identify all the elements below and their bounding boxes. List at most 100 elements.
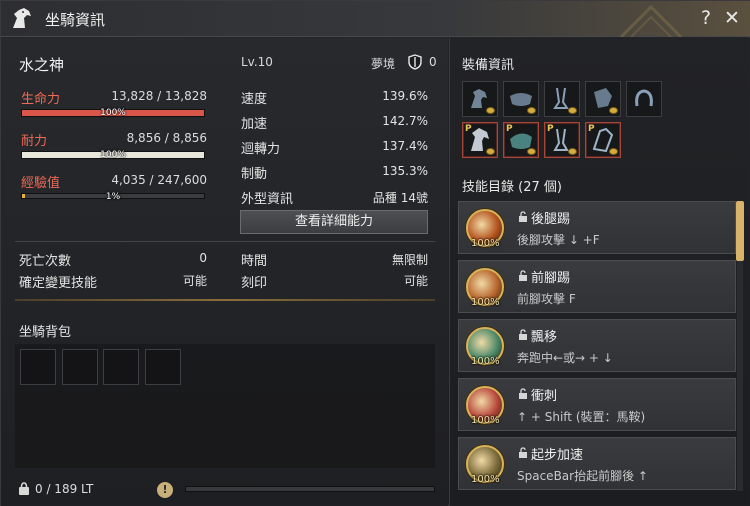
speed-value: 139.6% [382,89,428,103]
time-value: 無限制 [391,253,428,267]
skill-change-label: 確定變更技能 [19,276,98,291]
skill-command: 奔跑中←或→ + ↓ [517,351,613,365]
imprint-label: 刻印 [241,276,268,291]
skill-mastery: 100% [471,238,500,249]
premium-badge: P [588,124,595,134]
unlock-icon [519,270,527,281]
skill-mastery: 100% [471,356,500,367]
gold-divider [15,299,435,301]
skill-name: 飄移 [531,330,558,345]
hp-percent: 100% [100,108,126,118]
horseshoe-icon [635,89,653,107]
horse-head-icon [13,8,31,28]
unlock-icon [519,329,527,340]
bag-slot[interactable] [62,349,98,385]
horse-level: Lv.10 [241,55,273,69]
premium-badge: P [547,124,554,134]
skill-command: SpaceBar抬起前腳後 ↑ [517,469,648,483]
hp-label: 生命力 [21,92,61,107]
bag-slot[interactable] [103,349,139,385]
skill-item-front-kick[interactable]: 100% 前腳踢 前腳攻擊 F [458,260,736,313]
acceleration-label: 加速 [241,117,268,132]
saddle-icon[interactable] [503,81,539,117]
equipment-skills-panel: 裝備資訊 P P P P 技能目錄 (27 個) 100% 後腿踢 後腳攻擊 ↓… [449,38,750,506]
bag-slot[interactable] [145,349,181,385]
premium-badge: P [506,124,513,134]
shield-icon [408,54,422,70]
stamina-bar: 100% [21,150,205,160]
skill-name: 起步加速 [531,448,584,463]
death-count-value: 0 [199,251,207,265]
coin-icon [568,107,577,114]
horse-head-armor-icon[interactable] [462,81,498,117]
speed-label: 速度 [241,92,268,107]
exp-value: 4,035 / 247,600 [111,173,207,187]
horse-name: 水之神 [19,56,65,74]
stamina-percent: 100% [100,150,126,160]
skill-item-sprint[interactable]: 100% 衝刺 ↑ + Shift (裝置：馬鞍) [458,378,736,431]
skill-command: 前腳攻擊 F [517,292,576,306]
exp-label: 經驗值 [21,176,61,191]
divider [15,241,435,242]
bag-weight: 0 / 189 LT [35,482,94,496]
hp-value: 13,828 / 13,828 [111,89,207,103]
coin-icon [527,107,536,114]
skill-list-title: 技能目錄 (27 個) [462,180,562,195]
equipment-title: 裝備資訊 [462,58,515,73]
skill-name: 前腳踢 [531,271,571,286]
stamina-label: 耐力 [21,134,48,149]
skill-mastery: 100% [471,415,500,426]
skill-command: ↑ + Shift (裝置：馬鞍) [517,410,646,424]
coin-icon [527,148,536,155]
coin-icon [609,107,618,114]
title-decoration [619,4,683,37]
view-detail-ability-button[interactable]: 查看詳細能力 [240,210,428,234]
skill-scrollbar-thumb[interactable] [736,201,744,261]
hp-bar: 100% [21,108,205,118]
bag-slot[interactable] [20,349,56,385]
premium-badge: P [465,124,472,134]
time-label: 時間 [241,254,268,269]
mount-info-window: 坐騎資訊 ? ✕ 水之神 Lv.10 夢境 0 生命力 13,828 / 13,… [0,0,750,506]
title-bar[interactable]: 坐騎資訊 ? ✕ [1,1,750,37]
horse-status-panel: 水之神 Lv.10 夢境 0 生命力 13,828 / 13,828 100% … [1,38,448,506]
turning-value: 137.4% [382,139,428,153]
skill-item-back-kick[interactable]: 100% 後腿踢 後腳攻擊 ↓ +F [458,201,736,254]
weight-bar [185,486,435,492]
dream-label: 夢境 [371,57,396,71]
p-horse-armor-icon[interactable]: P [585,122,621,158]
imprint-value: 可能 [403,274,428,288]
coin-icon [486,107,495,114]
unlock-icon [519,388,527,399]
skill-name: 後腿踢 [531,212,571,227]
dream-value: 0 [429,55,437,69]
mount-bag-title: 坐騎背包 [19,325,72,340]
stamina-value: 8,856 / 8,856 [126,131,207,145]
skill-item-start-acceleration[interactable]: 100% 起步加速 SpaceBar抬起前腳後 ↑ [458,437,736,490]
horse-armor-icon[interactable] [585,81,621,117]
exp-bar: 1% [21,192,205,202]
p-horse-head-icon[interactable]: P [462,122,498,158]
coin-icon [568,148,577,155]
unlock-icon [519,447,527,458]
p-stirrups-icon[interactable]: P [544,122,580,158]
skill-item-drift[interactable]: 100% 飄移 奔跑中←或→ + ↓ [458,319,736,372]
brake-value: 135.3% [382,164,428,178]
p-saddle-icon[interactable]: P [503,122,539,158]
brake-label: 制動 [241,167,268,182]
death-count-label: 死亡次數 [19,254,72,269]
warning-icon[interactable]: ! [157,482,173,498]
skill-name: 衝刺 [531,389,558,404]
skill-mastery: 100% [471,297,500,308]
help-button[interactable]: ? [695,5,717,31]
turning-label: 迴轉力 [241,142,281,157]
skill-mastery: 100% [471,474,500,485]
skill-command: 後腳攻擊 ↓ +F [517,233,600,247]
coin-icon [609,148,618,155]
horseshoe-icon[interactable] [626,81,662,117]
window-title: 坐騎資訊 [45,11,106,29]
stirrups-icon[interactable] [544,81,580,117]
weight-icon [19,482,29,495]
coin-icon [486,148,495,155]
close-button[interactable]: ✕ [721,5,743,31]
